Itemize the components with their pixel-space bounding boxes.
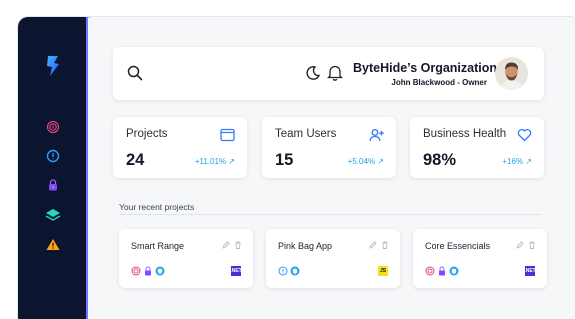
stat-card-team-users[interactable]: Team Users 15 +5.04% ↗ [262, 117, 396, 178]
shield-lock-icon[interactable] [45, 148, 61, 164]
divider [119, 214, 542, 215]
edit-icon[interactable] [222, 241, 230, 249]
add-user-icon [369, 129, 384, 142]
organization-name: ByteHide’s Organization [353, 61, 498, 75]
trend-up-icon: ↗ [377, 157, 384, 166]
stat-change: +11.01% ↗ [195, 157, 235, 166]
fingerprint-badge-icon [425, 266, 435, 276]
project-card-smart-range[interactable]: Smart Range .NET [119, 229, 253, 288]
moon-icon[interactable] [305, 65, 321, 81]
stat-change-value: +11.01% [194, 157, 227, 166]
edit-icon[interactable] [369, 241, 377, 249]
fingerprint-icon[interactable] [45, 119, 61, 135]
project-name: Smart Range [131, 241, 185, 251]
stat-change: +5.04% ↗ [348, 157, 384, 166]
app-window: ByteHide’s Organization John Blackwood -… [0, 0, 575, 319]
dashboard-frame: ByteHide’s Organization John Blackwood -… [18, 17, 575, 319]
stat-value: 98% [423, 151, 457, 169]
trend-up-icon: ↗ [228, 157, 235, 166]
stat-title: Projects [126, 128, 168, 140]
trash-icon[interactable] [381, 241, 389, 249]
stat-value: 15 [275, 151, 294, 169]
stat-title: Business Health [423, 128, 507, 140]
shield-badge-icon [449, 266, 459, 276]
bytehide-logo[interactable] [45, 55, 61, 77]
avatar[interactable] [495, 57, 528, 90]
fingerprint-badge-icon [131, 266, 141, 276]
trend-up-icon: ↗ [525, 157, 532, 166]
main-content: ByteHide’s Organization John Blackwood -… [90, 17, 575, 319]
lock-badge-icon [439, 266, 445, 276]
project-name: Core Essencials [425, 241, 491, 251]
project-card-core-essencials[interactable]: Core Essencials .NET [413, 229, 547, 288]
dotnet-icon: .NET [524, 266, 536, 276]
layers-icon[interactable] [45, 207, 61, 223]
sidebar [18, 17, 88, 319]
bell-icon[interactable] [327, 64, 343, 81]
stat-change-value: +16% [502, 157, 524, 166]
stat-value: 24 [126, 151, 145, 169]
stat-change-value: +5.04% [347, 157, 376, 166]
lock-icon[interactable] [45, 177, 61, 193]
stat-change: +16% ↗ [502, 157, 532, 166]
edit-icon[interactable] [516, 241, 524, 249]
stat-card-projects[interactable]: Projects 24 +11.01% ↗ [113, 117, 247, 178]
shield-badge-icon [155, 266, 165, 276]
owner-label: John Blackwood - Owner [391, 78, 487, 87]
stat-title: Team Users [275, 128, 337, 140]
header-bar: ByteHide’s Organization John Blackwood -… [113, 47, 544, 100]
info-badge-icon [278, 266, 288, 276]
window-icon [220, 128, 235, 142]
trash-icon[interactable] [528, 241, 536, 249]
trash-icon[interactable] [234, 241, 242, 249]
dotnet-icon: .NET [230, 266, 242, 276]
stat-card-business-health[interactable]: Business Health 98% +16% ↗ [410, 117, 544, 178]
project-name: Pink Bag App [278, 241, 333, 251]
javascript-icon: JS [378, 266, 388, 276]
heart-icon [517, 128, 532, 142]
warning-icon[interactable] [45, 236, 61, 252]
lock-badge-icon [145, 266, 151, 276]
search-icon[interactable] [127, 65, 143, 81]
shield-badge-icon [290, 266, 300, 276]
project-card-pink-bag-app[interactable]: Pink Bag App JS [266, 229, 400, 288]
recent-projects-heading: Your recent projects [119, 202, 195, 212]
